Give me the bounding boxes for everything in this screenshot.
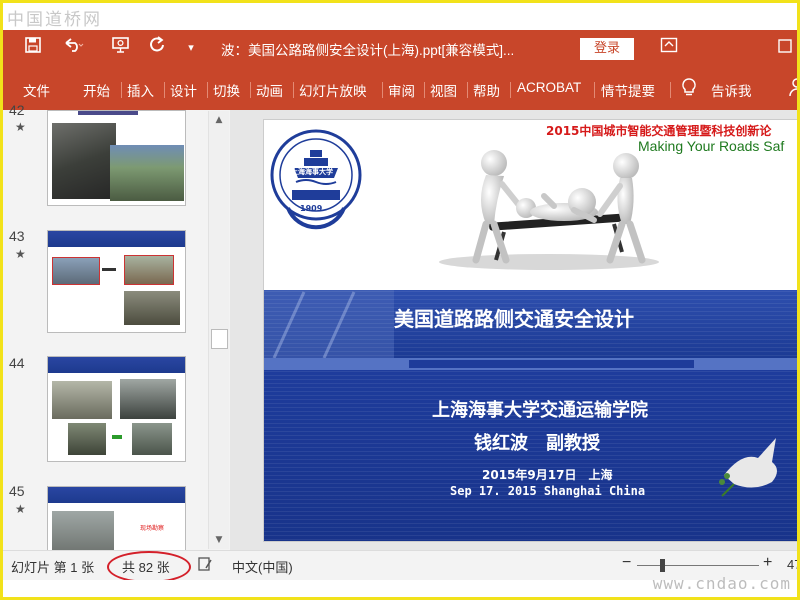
zoom-in-button[interactable]: + xyxy=(763,554,772,572)
tab-review[interactable]: 审阅 xyxy=(388,80,415,100)
stretcher-illustration xyxy=(439,150,659,270)
tab-separator xyxy=(594,82,595,98)
tab-separator xyxy=(382,82,383,98)
scroll-up-icon[interactable]: ▲ xyxy=(209,111,229,129)
slide-date-cn: 2015年9月17日 上海 xyxy=(482,468,613,482)
slide-number: 43 xyxy=(9,228,25,244)
road-photo xyxy=(68,423,106,455)
document-title: 波：美国公路路侧安全设计(上海).ppt[兼容模式]... xyxy=(221,43,515,58)
tab-separator xyxy=(207,82,208,98)
tab-separator xyxy=(293,82,294,98)
slide-position: 幻灯片 第 1 张 xyxy=(11,560,95,575)
conference-heading: 2015中国城市智能交通管理暨科技创新论 xyxy=(546,124,772,138)
slide-thumbnail-44[interactable] xyxy=(47,356,186,462)
ribbon-tabs: 文件 开始 插入 设计 切换 动画 幻灯片放映 审阅 视图 帮助 ACROBAT… xyxy=(3,68,797,110)
watermark-bottom: www.cndao.com xyxy=(3,574,797,597)
road-photo xyxy=(132,423,172,455)
tab-acrobat[interactable]: ACROBAT xyxy=(517,80,581,95)
arrow-icon xyxy=(112,435,122,439)
zoom-out-button[interactable]: − xyxy=(622,554,631,572)
scrollbar-thumb[interactable] xyxy=(211,329,228,349)
star-icon: ★ xyxy=(15,247,26,261)
slide-number: 44 xyxy=(9,355,25,371)
highlight-ring xyxy=(107,551,191,583)
thumbnail-header-bar xyxy=(78,111,138,115)
slide-editing-canvas[interactable]: 2015中国城市智能交通管理暨科技创新论 Making Your Roads S… xyxy=(230,110,797,550)
tab-file[interactable]: 文件 xyxy=(23,80,50,100)
slide-title: 美国道路路侧交通安全设计 xyxy=(394,307,634,331)
slide-author: 钱红波 副教授 xyxy=(474,433,600,454)
slide-date-en: Sep 17. 2015 Shanghai China xyxy=(450,484,646,498)
tab-separator xyxy=(510,82,511,98)
maximize-icon[interactable] xyxy=(773,36,797,60)
current-slide[interactable]: 2015中国城市智能交通管理暨科技创新论 Making Your Roads S… xyxy=(263,119,797,542)
tab-separator xyxy=(670,82,671,98)
title-bar: ▾ 波：美国公路路侧安全设计(上海).ppt[兼容模式]... 登录 xyxy=(3,30,797,68)
road-photo xyxy=(110,145,184,201)
road-photo xyxy=(52,257,100,285)
tab-home[interactable]: 开始 xyxy=(83,80,110,100)
spelling-icon[interactable] xyxy=(197,556,213,575)
tab-help[interactable]: 帮助 xyxy=(473,80,500,100)
undo-icon[interactable] xyxy=(61,36,85,60)
tell-me-search[interactable]: 告诉我 xyxy=(711,80,752,100)
slide-thumbnail-45[interactable]: 现场勘察 xyxy=(47,486,186,556)
road-photo xyxy=(124,255,174,285)
window-frame: 中国道桥网 ▾ 波：美国公路路侧安全设计(上海).ppt[兼容模式]... 登录… xyxy=(0,0,800,600)
slide-thumbnail-43[interactable] xyxy=(47,230,186,333)
person-icon[interactable] xyxy=(785,77,797,101)
tab-separator xyxy=(121,82,122,98)
tab-storyboard[interactable]: 情节提要 xyxy=(601,80,655,100)
thumbnail-header-bar xyxy=(48,231,185,247)
star-icon: ★ xyxy=(15,120,26,134)
tab-animations[interactable]: 动画 xyxy=(256,80,283,100)
thumbnail-scrollbar[interactable]: ▲ ▼ xyxy=(208,111,229,549)
language-indicator[interactable]: 中文(中国) xyxy=(232,557,293,576)
tab-transitions[interactable]: 切换 xyxy=(213,80,240,100)
logo-year: 1909 xyxy=(300,204,323,213)
thumbnail-red-text: 现场勘察 xyxy=(140,525,165,532)
thumbnail-header-bar xyxy=(48,487,185,503)
tab-slideshow[interactable]: 幻灯片放映 xyxy=(299,80,367,100)
login-button[interactable]: 登录 xyxy=(580,38,634,60)
zoom-slider-track[interactable] xyxy=(637,565,759,566)
lightbulb-icon[interactable] xyxy=(677,77,701,101)
save-icon[interactable] xyxy=(21,36,45,60)
zoom-percent[interactable]: 47 xyxy=(787,557,797,572)
arrow-icon xyxy=(102,268,116,271)
slide-tagline: Making Your Roads Saf xyxy=(638,138,785,154)
zoom-slider-thumb[interactable] xyxy=(660,559,665,572)
presentation-icon[interactable] xyxy=(109,36,133,60)
tab-insert[interactable]: 插入 xyxy=(127,80,154,100)
customize-toolbar-icon[interactable]: ▾ xyxy=(179,36,203,60)
tab-separator xyxy=(250,82,251,98)
tab-design[interactable]: 设计 xyxy=(170,80,197,100)
tab-view[interactable]: 视图 xyxy=(430,80,457,100)
road-photo xyxy=(124,291,180,325)
slide-number: 45 xyxy=(9,483,25,499)
logo-name: 上海海事大学 xyxy=(291,168,333,176)
slide-thumbnail-pane: 42 ★ 43 ★ 44 45 ★ 现场勘察 xyxy=(3,102,233,556)
watermark-top: 中国道桥网 xyxy=(3,3,797,30)
star-icon: ★ xyxy=(15,502,26,516)
road-photo xyxy=(52,123,116,199)
road-photo xyxy=(120,379,176,419)
scroll-down-icon[interactable]: ▼ xyxy=(209,531,229,549)
ribbon-display-icon[interactable] xyxy=(657,36,681,60)
redo-icon[interactable] xyxy=(145,36,169,60)
slide-thumbnail-42[interactable] xyxy=(47,110,186,206)
tab-separator xyxy=(164,82,165,98)
road-photo xyxy=(52,381,112,419)
slide-institution: 上海海事大学交通运输学院 xyxy=(432,400,648,421)
tab-separator xyxy=(467,82,468,98)
slide-number: 42 xyxy=(9,102,25,118)
thumbnail-header-bar xyxy=(48,357,185,373)
tab-separator xyxy=(424,82,425,98)
